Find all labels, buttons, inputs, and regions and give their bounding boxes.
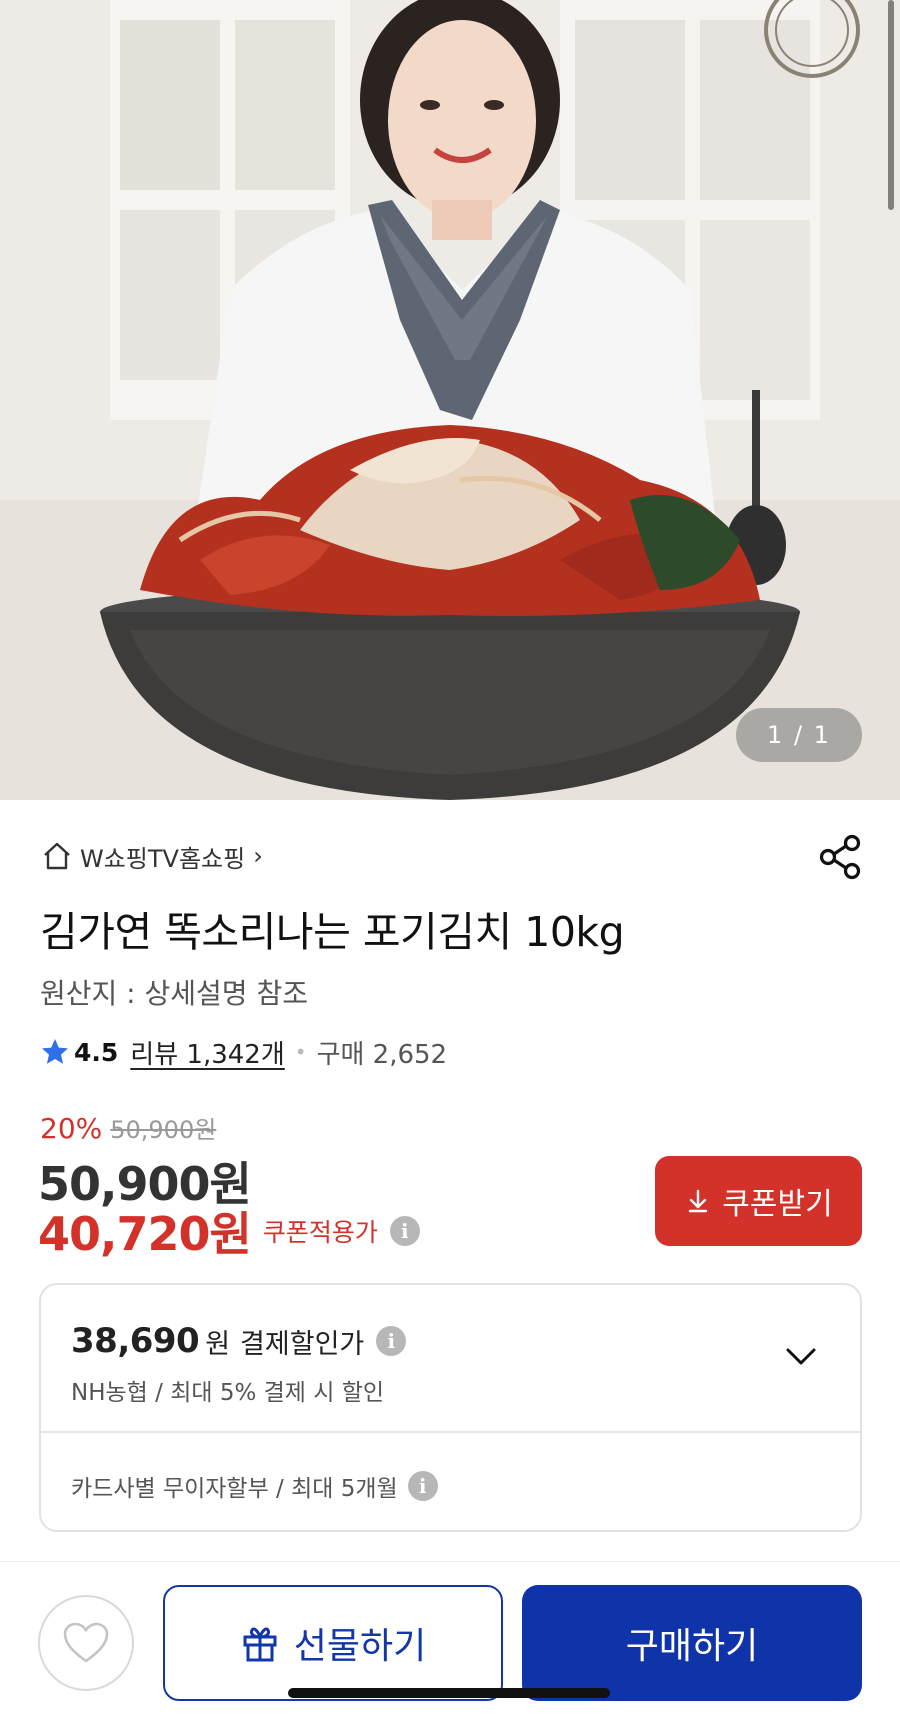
installment-info: 카드사별 무이자할부 / 최대 5개월 i	[71, 1469, 438, 1503]
gift-button[interactable]: 선물하기	[163, 1585, 503, 1701]
info-icon[interactable]: i	[389, 1216, 420, 1246]
discount-row: 20% 50,900원	[40, 1110, 216, 1145]
gift-button-label: 선물하기	[293, 1626, 427, 1667]
discount-percent: 20%	[40, 1112, 103, 1145]
wishlist-button[interactable]	[38, 1595, 134, 1691]
coupon-price: 40,720원	[38, 1207, 252, 1261]
payment-discount-section[interactable]: 38,690 원 결제할인가 i NH농협 / 최대 5% 결제 시 할인	[41, 1285, 860, 1433]
star-icon	[42, 1039, 68, 1064]
chevron-down-icon[interactable]	[782, 1337, 820, 1375]
product-title: 김가연 똑소리나는 포기김치 10kg	[40, 908, 625, 956]
download-icon	[689, 1189, 708, 1213]
payment-discount-price: 38,690	[71, 1321, 200, 1361]
home-indicator	[288, 1688, 610, 1698]
reviews-link[interactable]: 리뷰 1,342개	[130, 1034, 284, 1071]
buy-button[interactable]: 구매하기	[522, 1585, 862, 1701]
store-link[interactable]: W쇼핑TV홈쇼핑 ›	[40, 838, 263, 874]
gift-icon	[243, 1627, 277, 1662]
payment-discount-label: 결제할인가	[240, 1328, 365, 1360]
bottom-bar-divider	[0, 1561, 900, 1562]
payment-discount-desc: NH농협 / 최대 5% 결제 시 할인	[71, 1380, 385, 1406]
image-counter: 1 / 1	[736, 708, 862, 762]
original-price: 50,900원	[110, 1116, 217, 1144]
installment-text: 카드사별 무이자할부 / 최대 5개월	[71, 1476, 398, 1502]
product-photo	[0, 0, 900, 800]
purchase-count: 구매 2,652	[316, 1039, 448, 1070]
info-icon[interactable]: i	[407, 1471, 438, 1501]
info-icon[interactable]: i	[376, 1326, 407, 1356]
heart-icon	[63, 1622, 109, 1663]
payment-price-unit: 원	[205, 1328, 231, 1360]
coupon-price-row: 40,720원 쿠폰적용가 i	[38, 1198, 420, 1264]
rating-row: 4.5 리뷰 1,342개 • 구매 2,652	[40, 1032, 447, 1072]
coupon-price-label: 쿠폰적용가	[262, 1218, 378, 1247]
separator-dot: •	[294, 1040, 307, 1064]
scrollbar[interactable]	[888, 0, 894, 210]
payment-price-line: 38,690 원 결제할인가 i	[71, 1321, 407, 1361]
payment-benefits-card: 38,690 원 결제할인가 i NH농협 / 최대 5% 결제 시 할인 카드…	[39, 1283, 862, 1532]
share-icon[interactable]	[818, 834, 864, 880]
coupon-button-label: 쿠폰받기	[722, 1187, 833, 1222]
product-image[interactable]: 1 / 1	[0, 0, 900, 800]
product-origin: 원산지 : 상세설명 참조	[40, 977, 308, 1010]
home-icon	[44, 842, 70, 870]
coupon-download-button[interactable]: 쿠폰받기	[655, 1156, 862, 1246]
chevron-right-icon: ›	[253, 842, 263, 870]
rating-value: 4.5	[74, 1037, 119, 1067]
store-name: W쇼핑TV홈쇼핑	[80, 844, 246, 873]
